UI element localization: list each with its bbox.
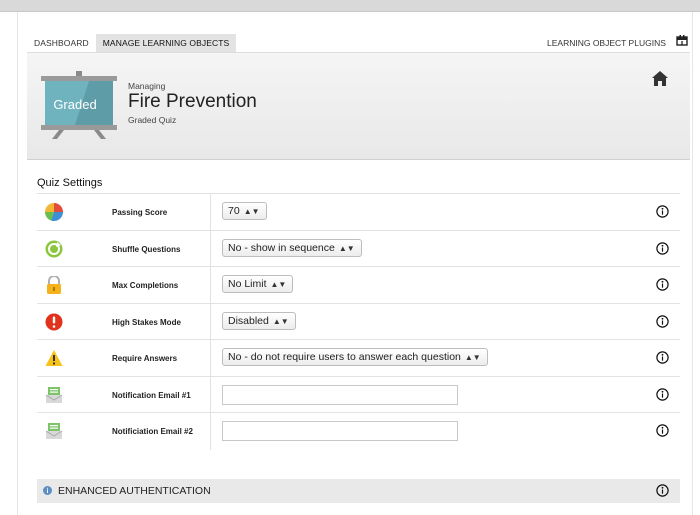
info-icon[interactable]	[656, 387, 669, 401]
setting-label: Passing Score	[112, 208, 168, 217]
email-icon	[45, 423, 63, 439]
setting-label: Require Answers	[112, 354, 178, 363]
tab-manage-learning-objects[interactable]: MANAGE LEARNING OBJECTS	[95, 34, 237, 52]
select-value: Disabled	[228, 314, 269, 327]
pie-chart-icon	[45, 203, 63, 221]
page-title: Fire Prevention	[128, 91, 257, 112]
info-icon[interactable]	[656, 205, 669, 218]
graded-easel-icon: Graded	[41, 71, 117, 139]
tab-dashboard[interactable]: DASHBOARD	[27, 34, 96, 52]
lock-icon	[47, 276, 61, 294]
select-arrows-icon: ▲▼	[272, 316, 289, 326]
setting-label: Notification Email #1	[112, 390, 191, 400]
select-arrows-icon: ▲▼	[243, 207, 260, 216]
managing-label: Managing	[128, 81, 166, 91]
object-type-label: Graded Quiz	[128, 115, 177, 125]
info-icon[interactable]	[656, 351, 669, 364]
notification-email-1-field[interactable]	[222, 384, 458, 405]
email-icon	[45, 386, 63, 403]
info-icon[interactable]	[656, 424, 669, 437]
select-value: 70	[228, 205, 240, 217]
enhanced-authentication-section[interactable]: ENHANCED AUTHENTICATION	[37, 479, 680, 503]
setting-row-max-completions: Max Completions No Limit ▲▼	[37, 267, 680, 304]
require-answers-select[interactable]: No - do not require users to answer each…	[222, 348, 488, 366]
shuffle-icon	[45, 240, 63, 257]
window-top-bar	[0, 0, 700, 12]
select-value: No Limit	[228, 278, 267, 290]
setting-row-notification-email-1: Notification Email #1	[37, 376, 680, 413]
plugin-box-icon[interactable]	[676, 35, 688, 46]
info-icon[interactable]	[656, 484, 669, 497]
setting-row-require-answers: Require Answers No - do not require user…	[37, 340, 680, 377]
quiz-settings-heading: Quiz Settings	[37, 177, 103, 189]
setting-label: High Stakes Mode	[112, 317, 181, 327]
passing-score-select[interactable]: 70 ▲▼	[222, 202, 267, 220]
setting-row-notification-email-2: Notificiation Email #2	[37, 413, 680, 450]
learning-object-plugins-link[interactable]: LEARNING OBJECT PLUGINS	[547, 38, 666, 48]
app-window: DASHBOARD MANAGE LEARNING OBJECTS LEARNI…	[0, 0, 700, 515]
max-completions-select[interactable]: No Limit ▲▼	[222, 275, 294, 293]
left-divider	[17, 12, 18, 515]
info-icon[interactable]	[656, 278, 669, 291]
info-icon[interactable]	[656, 241, 669, 255]
select-value: No - show in sequence	[228, 241, 335, 254]
info-icon[interactable]	[656, 314, 669, 328]
select-arrows-icon: ▲▼	[338, 243, 355, 253]
setting-row-high-stakes-mode: High Stakes Mode Disabled ▲▼	[37, 303, 680, 340]
right-divider	[692, 12, 693, 515]
graded-badge-text: Graded	[53, 97, 96, 112]
shuffle-questions-select[interactable]: No - show in sequence ▲▼	[222, 238, 362, 257]
enhanced-authentication-title: ENHANCED AUTHENTICATION	[58, 485, 211, 497]
warning-triangle-icon	[45, 350, 63, 366]
setting-row-shuffle-questions: Shuffle Questions No - show in sequence ▲…	[37, 230, 680, 267]
select-arrows-icon: ▲▼	[464, 353, 481, 362]
setting-row-passing-score: Passing Score 70 ▲▼	[37, 194, 680, 231]
alert-circle-icon	[45, 313, 63, 330]
home-icon[interactable]	[652, 71, 668, 86]
quiz-settings-table: Passing Score 70 ▲▼ Shuffle Questions No …	[37, 193, 680, 450]
select-value: No - do not require users to answer each…	[228, 351, 461, 363]
setting-label: Shuffle Questions	[112, 244, 181, 254]
select-arrows-icon: ▲▼	[270, 280, 287, 289]
notification-email-2-field[interactable]	[222, 421, 458, 441]
setting-label: Notificiation Email #2	[112, 427, 193, 436]
setting-label: Max Completions	[112, 281, 179, 290]
high-stakes-mode-select[interactable]: Disabled ▲▼	[222, 311, 296, 330]
main-tabs: DASHBOARD MANAGE LEARNING OBJECTS	[27, 34, 237, 52]
learning-object-header: Graded Managing Fire Prevention Graded Q…	[27, 52, 690, 160]
info-dot-icon	[43, 486, 52, 495]
